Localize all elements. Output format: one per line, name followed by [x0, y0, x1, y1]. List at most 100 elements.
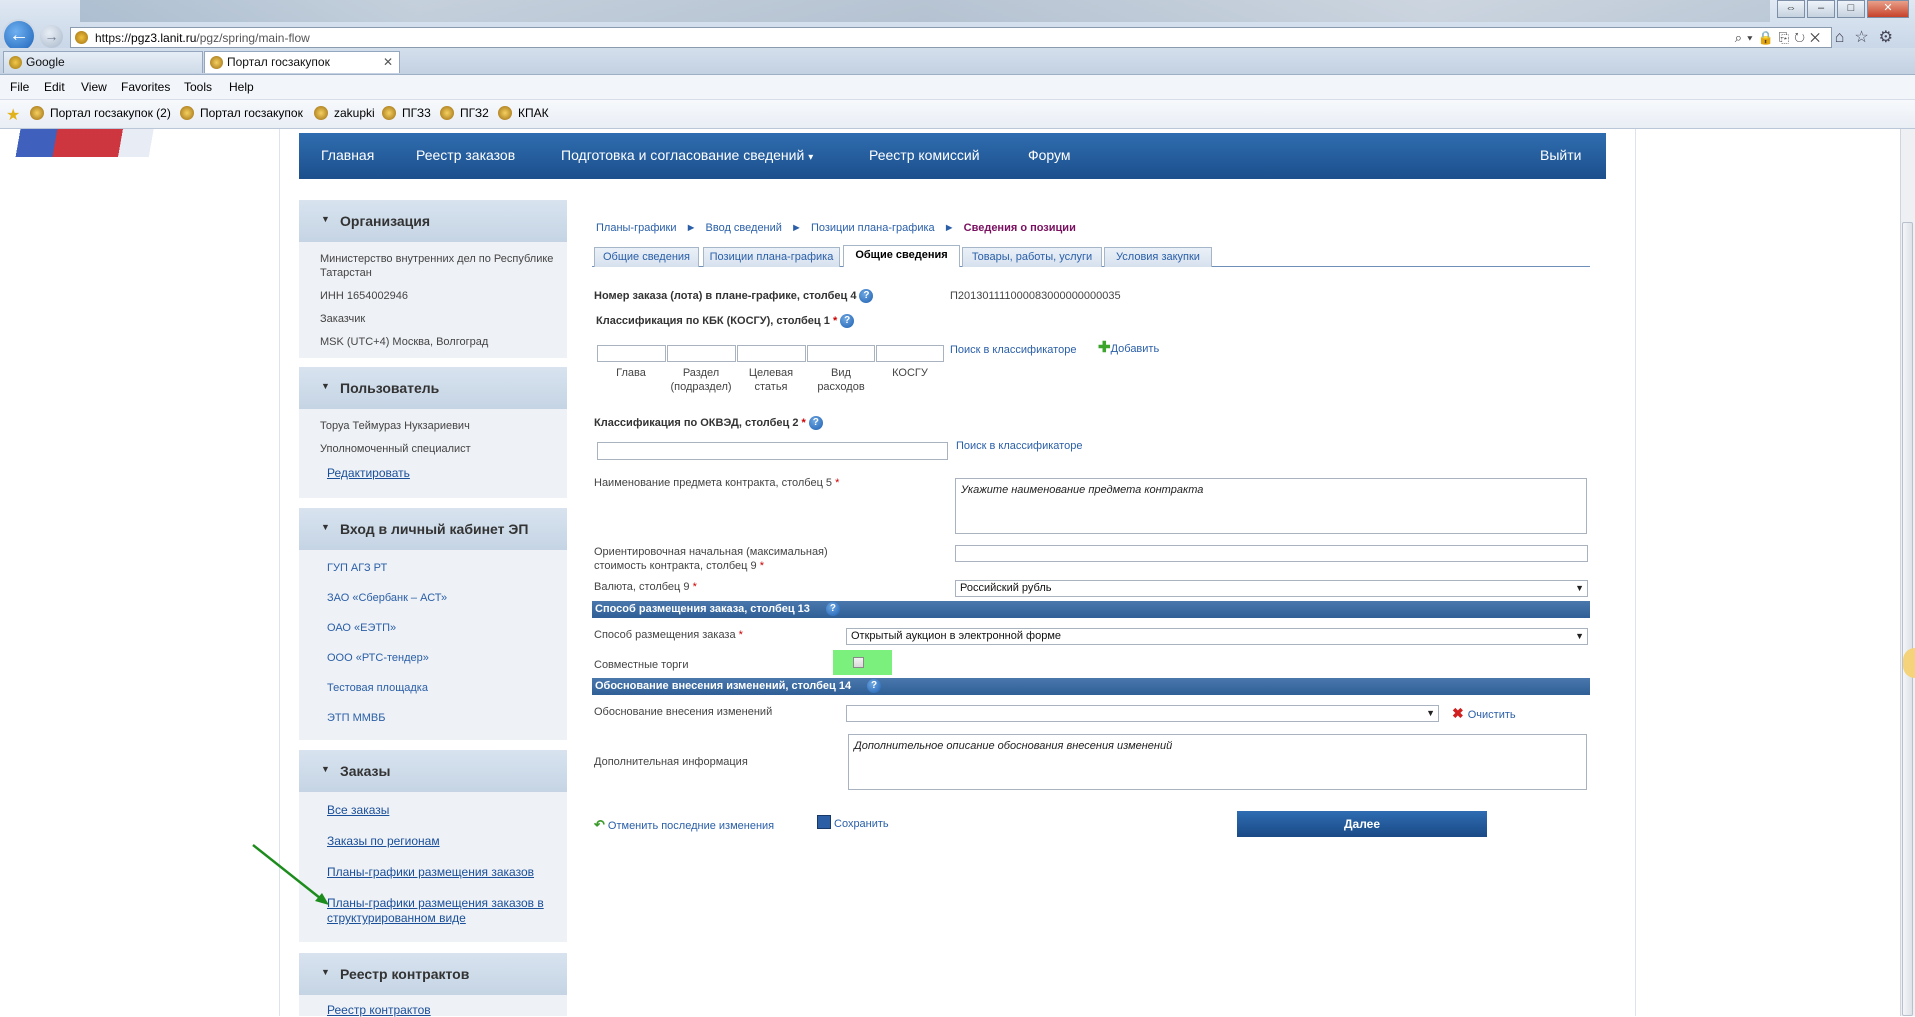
tab-purchase-conditions[interactable]: Условия закупки [1104, 247, 1212, 267]
currency-select[interactable]: Российский рубль ▼ [955, 580, 1588, 597]
placement-select[interactable]: Открытый аукцион в электронной форме ▼ [846, 628, 1588, 645]
floppy-disk-icon [817, 815, 831, 829]
menu-help[interactable]: Help [229, 80, 254, 94]
org-role: Заказчик [320, 313, 366, 325]
sidebar-contracts-header[interactable]: ▼ Реестр контрактов [299, 953, 567, 995]
kbk-chapter-input[interactable] [597, 345, 666, 362]
okved-input[interactable] [597, 442, 948, 460]
ep-link[interactable]: ГУП АГЗ РТ [327, 562, 387, 574]
menu-view[interactable]: View [81, 80, 107, 94]
menu-favorites[interactable]: Favorites [121, 80, 170, 94]
close-tab-icon[interactable]: ✕ [383, 52, 393, 73]
lock-icon[interactable]: 🔒 [1758, 30, 1779, 45]
ep-link[interactable]: ОАО «ЕЭТП» [327, 622, 396, 634]
ep-link[interactable]: Тестовая площадка [327, 682, 428, 694]
browser-tab-google[interactable]: Google [3, 51, 203, 73]
subject-textarea[interactable]: Укажите наименование предмета контракта [955, 478, 1587, 534]
add-kbk-button[interactable]: ✚Добавить [1098, 338, 1159, 356]
kbk-target-input[interactable] [737, 345, 806, 362]
eagle-icon [314, 106, 328, 120]
okved-search-classifier-link[interactable]: Поиск в классификаторе [956, 440, 1082, 452]
edit-profile-link[interactable]: Редактировать [327, 466, 410, 480]
sidebar-orders-header[interactable]: ▼ Заказы [299, 750, 567, 792]
tab-plan-positions[interactable]: Позиции плана-графика [703, 247, 840, 267]
ep-link[interactable]: ООО «РТС-тендер» [327, 652, 429, 664]
favorite-link[interactable]: Портал госзакупок (2) [30, 106, 171, 120]
contracts-link[interactable]: Реестр контрактов [327, 1003, 431, 1017]
undo-changes-button[interactable]: ↶ Отменить последние изменения [594, 817, 774, 833]
browser-tabs: Google Портал госзакупок ✕ [0, 48, 1915, 75]
kbk-expense-type-label: Вид расходов [817, 367, 865, 393]
favorites-star-icon[interactable]: ☆ [1854, 29, 1878, 46]
ep-link[interactable]: ЭТП ММВБ [327, 712, 385, 724]
close-window-icon[interactable]: ✕ [1867, 0, 1909, 18]
scrollbar-thumb[interactable] [1902, 222, 1913, 1016]
home-icon[interactable]: ⌂ [1835, 29, 1855, 46]
favorites-add-icon[interactable]: ★ [6, 105, 20, 125]
clear-button[interactable]: ✖ Очистить [1452, 705, 1516, 722]
address-bar[interactable]: https://pgz3.lanit.ru/pgz/spring/main-fl… [70, 27, 1832, 48]
ep-link[interactable]: ЗАО «Сбербанк – АСТ» [327, 592, 447, 604]
maximize-icon[interactable]: □ [1837, 0, 1865, 18]
tab-goods-works-services[interactable]: Товары, работы, услуги [962, 247, 1102, 267]
sidebar-org-header[interactable]: ▼ Организация [299, 200, 567, 242]
address-tools: ⌕▾🔒⎘↻✕ [1734, 30, 1825, 45]
help-icon[interactable]: ? [825, 602, 840, 617]
compat-icon[interactable]: ⎘ [1779, 30, 1794, 45]
blurred-tab-strip [80, 0, 1770, 22]
favorite-link[interactable]: ПГЗ3 [382, 106, 431, 120]
nav-orders-registry[interactable]: Реестр заказов [416, 147, 515, 163]
forward-button[interactable]: → [40, 25, 63, 48]
order-number-label: Номер заказа (лота) в плане-графике, сто… [594, 289, 874, 304]
orders-link[interactable]: Все заказы [327, 803, 389, 817]
settings-gear-icon[interactable]: ⚙ [1879, 29, 1903, 46]
kbk-section-input[interactable] [667, 345, 736, 362]
favorite-link[interactable]: zakupki [314, 106, 375, 120]
save-button[interactable]: Сохранить [817, 815, 889, 830]
help-icon[interactable]: ? [808, 416, 823, 431]
changes-reason-select[interactable]: ▼ [846, 705, 1439, 722]
next-button[interactable]: Далее [1237, 811, 1487, 837]
refresh-icon[interactable]: ↻ [1794, 30, 1810, 45]
breadcrumb-item[interactable]: Позиции плана-графика [811, 222, 935, 234]
kbk-expense-type-input[interactable] [807, 345, 875, 362]
tab-general-info[interactable]: Общие сведения [594, 247, 699, 267]
panel-title: Реестр контрактов [340, 966, 470, 982]
price-input[interactable] [955, 545, 1588, 562]
stop-icon[interactable]: ✕ [1810, 30, 1825, 45]
back-button[interactable]: ← [4, 21, 34, 51]
menu-edit[interactable]: Edit [44, 80, 65, 94]
extra-info-textarea[interactable]: Дополнительное описание обоснования внес… [848, 734, 1587, 790]
restore-icon[interactable]: ⇔ [1777, 0, 1805, 18]
nav-home[interactable]: Главная [321, 147, 374, 163]
favorite-link[interactable]: Портал госзакупок [180, 106, 303, 120]
sidebar-user-header[interactable]: ▼ Пользователь [299, 367, 567, 409]
menu-tools[interactable]: Tools [184, 80, 212, 94]
minimize-icon[interactable]: – [1807, 0, 1835, 18]
favorite-link[interactable]: КПАК [498, 106, 549, 120]
orders-link[interactable]: Заказы по регионам [327, 834, 440, 848]
sidebar-ep-panel: ▼ Вход в личный кабинет ЭП ГУП АГЗ РТ ЗАО… [299, 508, 567, 740]
nav-logout[interactable]: Выйти [1540, 147, 1581, 163]
kbk-kosgu-input[interactable] [876, 345, 944, 362]
sidebar-ep-header[interactable]: ▼ Вход в личный кабинет ЭП [299, 508, 567, 550]
nav-commissions[interactable]: Реестр комиссий [869, 147, 980, 163]
orders-link[interactable]: Планы-графики размещения заказов [327, 865, 534, 879]
nav-forum[interactable]: Форум [1028, 147, 1071, 163]
breadcrumb-item[interactable]: Планы-графики [596, 222, 677, 234]
favorite-link[interactable]: ПГЗ2 [440, 106, 489, 120]
currency-label: Валюта, столбец 9 * [594, 581, 697, 593]
help-icon[interactable]: ? [859, 289, 874, 304]
help-icon[interactable]: ? [867, 679, 882, 694]
search-icon[interactable]: ⌕ [1735, 30, 1747, 45]
joint-trades-checkbox[interactable] [853, 657, 864, 668]
browser-tab-portal[interactable]: Портал госзакупок ✕ [204, 51, 400, 73]
kbk-search-classifier-link[interactable]: Поиск в классификаторе [950, 344, 1076, 356]
window-controls: ⇔ – □ ✕ [1775, 0, 1909, 18]
orders-link-structured[interactable]: Планы-графики размещения заказов в струк… [327, 896, 562, 926]
help-icon[interactable]: ? [840, 314, 855, 329]
menu-file[interactable]: File [10, 80, 29, 94]
nav-preparation[interactable]: Подготовка и согласование сведений ▾ [561, 147, 813, 163]
tab-general-info-active[interactable]: Общие сведения [843, 245, 960, 267]
breadcrumb-item[interactable]: Ввод сведений [706, 222, 782, 234]
